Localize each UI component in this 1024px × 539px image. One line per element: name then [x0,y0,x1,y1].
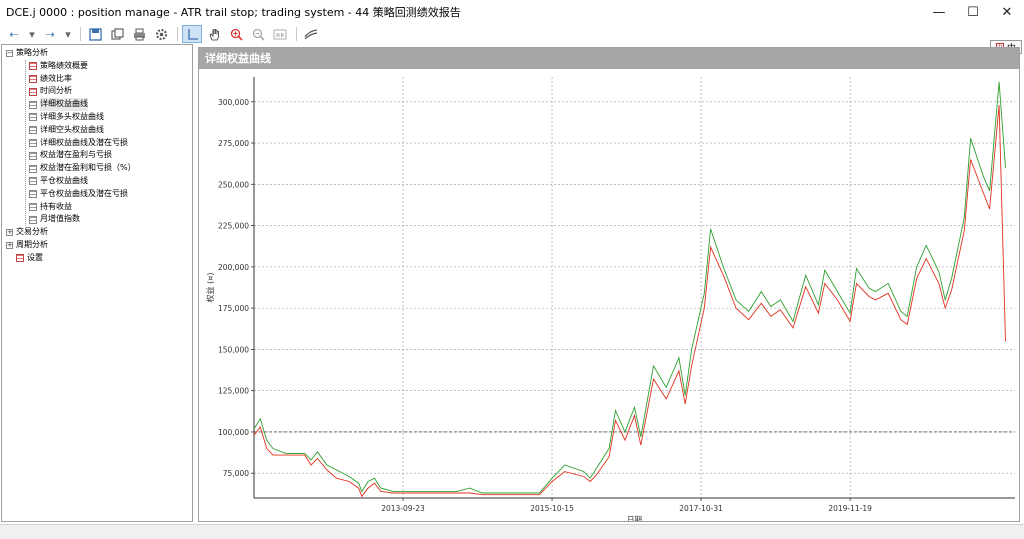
y-tick-label: 200,000 [218,263,249,272]
tree-item-label: 详细多头权益曲线 [40,111,104,121]
tree-group-period-analysis[interactable]: + 周期分析 [2,239,192,252]
tree-item-performance-summary[interactable]: 策略绩效概要 [2,60,192,73]
report-table-icon [16,254,24,263]
zoom-in-icon[interactable] [226,25,246,43]
tree-item-label: 平仓权益曲线及潜在亏损 [40,188,128,198]
y-tick-label: 300,000 [218,98,249,107]
tree-item-settings[interactable]: 设置 [2,252,192,265]
tree-group-label: 策略分析 [16,48,48,57]
zoom-out-icon[interactable] [248,25,268,43]
chart-sheet-icon [29,177,37,186]
x-axis-title: 日期 [627,515,642,521]
y-tick-label: 125,000 [218,387,249,396]
x-tick-label: 2013-09-23 [381,504,425,513]
chart-sheet-icon [29,100,37,109]
chart-sheet-icon [29,215,37,224]
y-tick-label: 75,000 [223,469,249,478]
status-bar [0,524,1024,539]
tree-item-label: 持有收益 [40,201,72,211]
y-tick-label: 275,000 [218,139,249,148]
tree-item-label: 详细权益曲线 [40,98,88,111]
tree-group-label: 周期分析 [16,239,48,249]
chart-sheet-icon [29,164,37,173]
window-title: DCE.j 0000 : position manage - ATR trail… [6,6,461,19]
report-table-icon [29,62,37,71]
chart-sheet-icon [29,138,37,147]
chart-panel: 详细权益曲线 75,000 100,000 125,000 150,000 175,00… [198,47,1020,522]
y-tick-label: 150,000 [218,345,249,354]
equity-high-series-line [253,81,1006,494]
zoom-reset-icon[interactable] [270,25,290,43]
y-tick-label: 250,000 [218,180,249,189]
tree-item-long-equity-curve[interactable]: 详细多头权益曲线 [2,111,192,124]
equity-curve-chart[interactable]: 75,000 100,000 125,000 150,000 175,000 200,00… [199,69,1019,521]
chart-sheet-icon [29,202,37,211]
tree-item-label: 权益潜在盈利和亏损（%） [40,163,136,173]
tree-item-label: 详细空头权益曲线 [40,124,104,134]
tree-item-label: 策略绩效概要 [40,60,88,70]
tree-item-detailed-equity-curve[interactable]: 详细权益曲线 [2,98,192,111]
report-table-icon [29,74,37,83]
back-dropdown-icon[interactable]: ▾ [26,25,38,43]
tree-item-label: 权益潜在盈利与亏损 [40,150,112,160]
chart-style-icon[interactable] [301,25,321,43]
toolbar: ⇠ ▾ ⇢ ▾ [0,24,1024,44]
toolbar-divider [80,27,81,41]
tree-item-equity-potential-profit-loss[interactable]: 权益潜在盈利与亏损 [2,149,192,162]
back-button[interactable]: ⇠ [4,25,24,43]
tree-item-closed-equity-curve[interactable]: 平仓权益曲线 [2,175,192,188]
tree-item-holding-returns[interactable]: 持有收益 [2,201,192,214]
equity-low-series-line [253,105,1006,498]
maximize-button[interactable]: ☐ [956,0,990,24]
tree-group-trade-analysis[interactable]: + 交易分析 [2,226,192,239]
pan-hand-icon[interactable] [204,25,224,43]
save-icon[interactable] [85,25,105,43]
crosshair-cursor-icon[interactable] [182,25,202,43]
minimize-button[interactable]: — [922,0,956,24]
print-icon[interactable] [129,25,149,43]
copy-icon[interactable] [107,25,127,43]
toolbar-divider [177,27,178,41]
y-tick-label: 175,000 [218,304,249,313]
title-bar: DCE.j 0000 : position manage - ATR trail… [0,0,1024,24]
tree-group-label: 交易分析 [16,227,48,237]
tree-item-closed-equity-potential-loss[interactable]: 平仓权益曲线及潜在亏损 [2,188,192,201]
tree-item-equity-curve-potential-loss[interactable]: 详细权益曲线及潜在亏损 [2,137,192,150]
report-table-icon [29,87,37,96]
y-axis-title: 权益 (¤) [205,273,215,303]
expand-icon[interactable]: + [6,241,13,249]
expand-icon[interactable]: + [6,229,13,237]
chart-sheet-icon [29,151,37,160]
x-tick-label: 2015-10-15 [530,504,574,513]
forward-dropdown-icon[interactable]: ▾ [62,25,74,43]
tree-item-time-analysis[interactable]: 时间分析 [2,85,192,98]
settings-gear-icon[interactable] [151,25,171,43]
close-button[interactable]: ✕ [990,0,1024,24]
tree-item-label: 平仓权益曲线 [40,175,88,185]
tree-group-strategy-analysis[interactable]: − 策略分析 [2,47,192,60]
tree-item-label: 时间分析 [40,86,72,96]
collapse-icon[interactable]: − [6,49,13,57]
y-tick-label: 225,000 [218,222,249,231]
tree-item-equity-potential-profit-loss-pct[interactable]: 权益潜在盈利和亏损（%） [2,162,192,175]
tree-item-label: 月增值指数 [40,214,80,224]
x-tick-label: 2019-11-19 [828,504,872,513]
panel-header: 详细权益曲线 [199,48,1019,69]
tree-item-short-equity-curve[interactable]: 详细空头权益曲线 [2,124,192,137]
report-tree: − 策略分析 策略绩效概要 绩效比率 时间分析 详细权益曲线 详细多头权益曲线 … [1,44,193,522]
chart-sheet-icon [29,126,37,135]
x-tick-label: 2017-10-31 [679,504,723,513]
forward-button[interactable]: ⇢ [40,25,60,43]
tree-item-label: 详细权益曲线及潜在亏损 [40,137,128,147]
chart-sheet-icon [29,113,37,122]
tree-item-label: 设置 [27,252,43,262]
y-tick-label: 100,000 [218,428,249,437]
tree-item-monthly-index[interactable]: 月增值指数 [2,213,192,226]
tree-item-label: 绩效比率 [40,73,72,83]
tree-item-performance-ratios[interactable]: 绩效比率 [2,73,192,86]
toolbar-divider [296,27,297,41]
chart-sheet-icon [29,190,37,199]
